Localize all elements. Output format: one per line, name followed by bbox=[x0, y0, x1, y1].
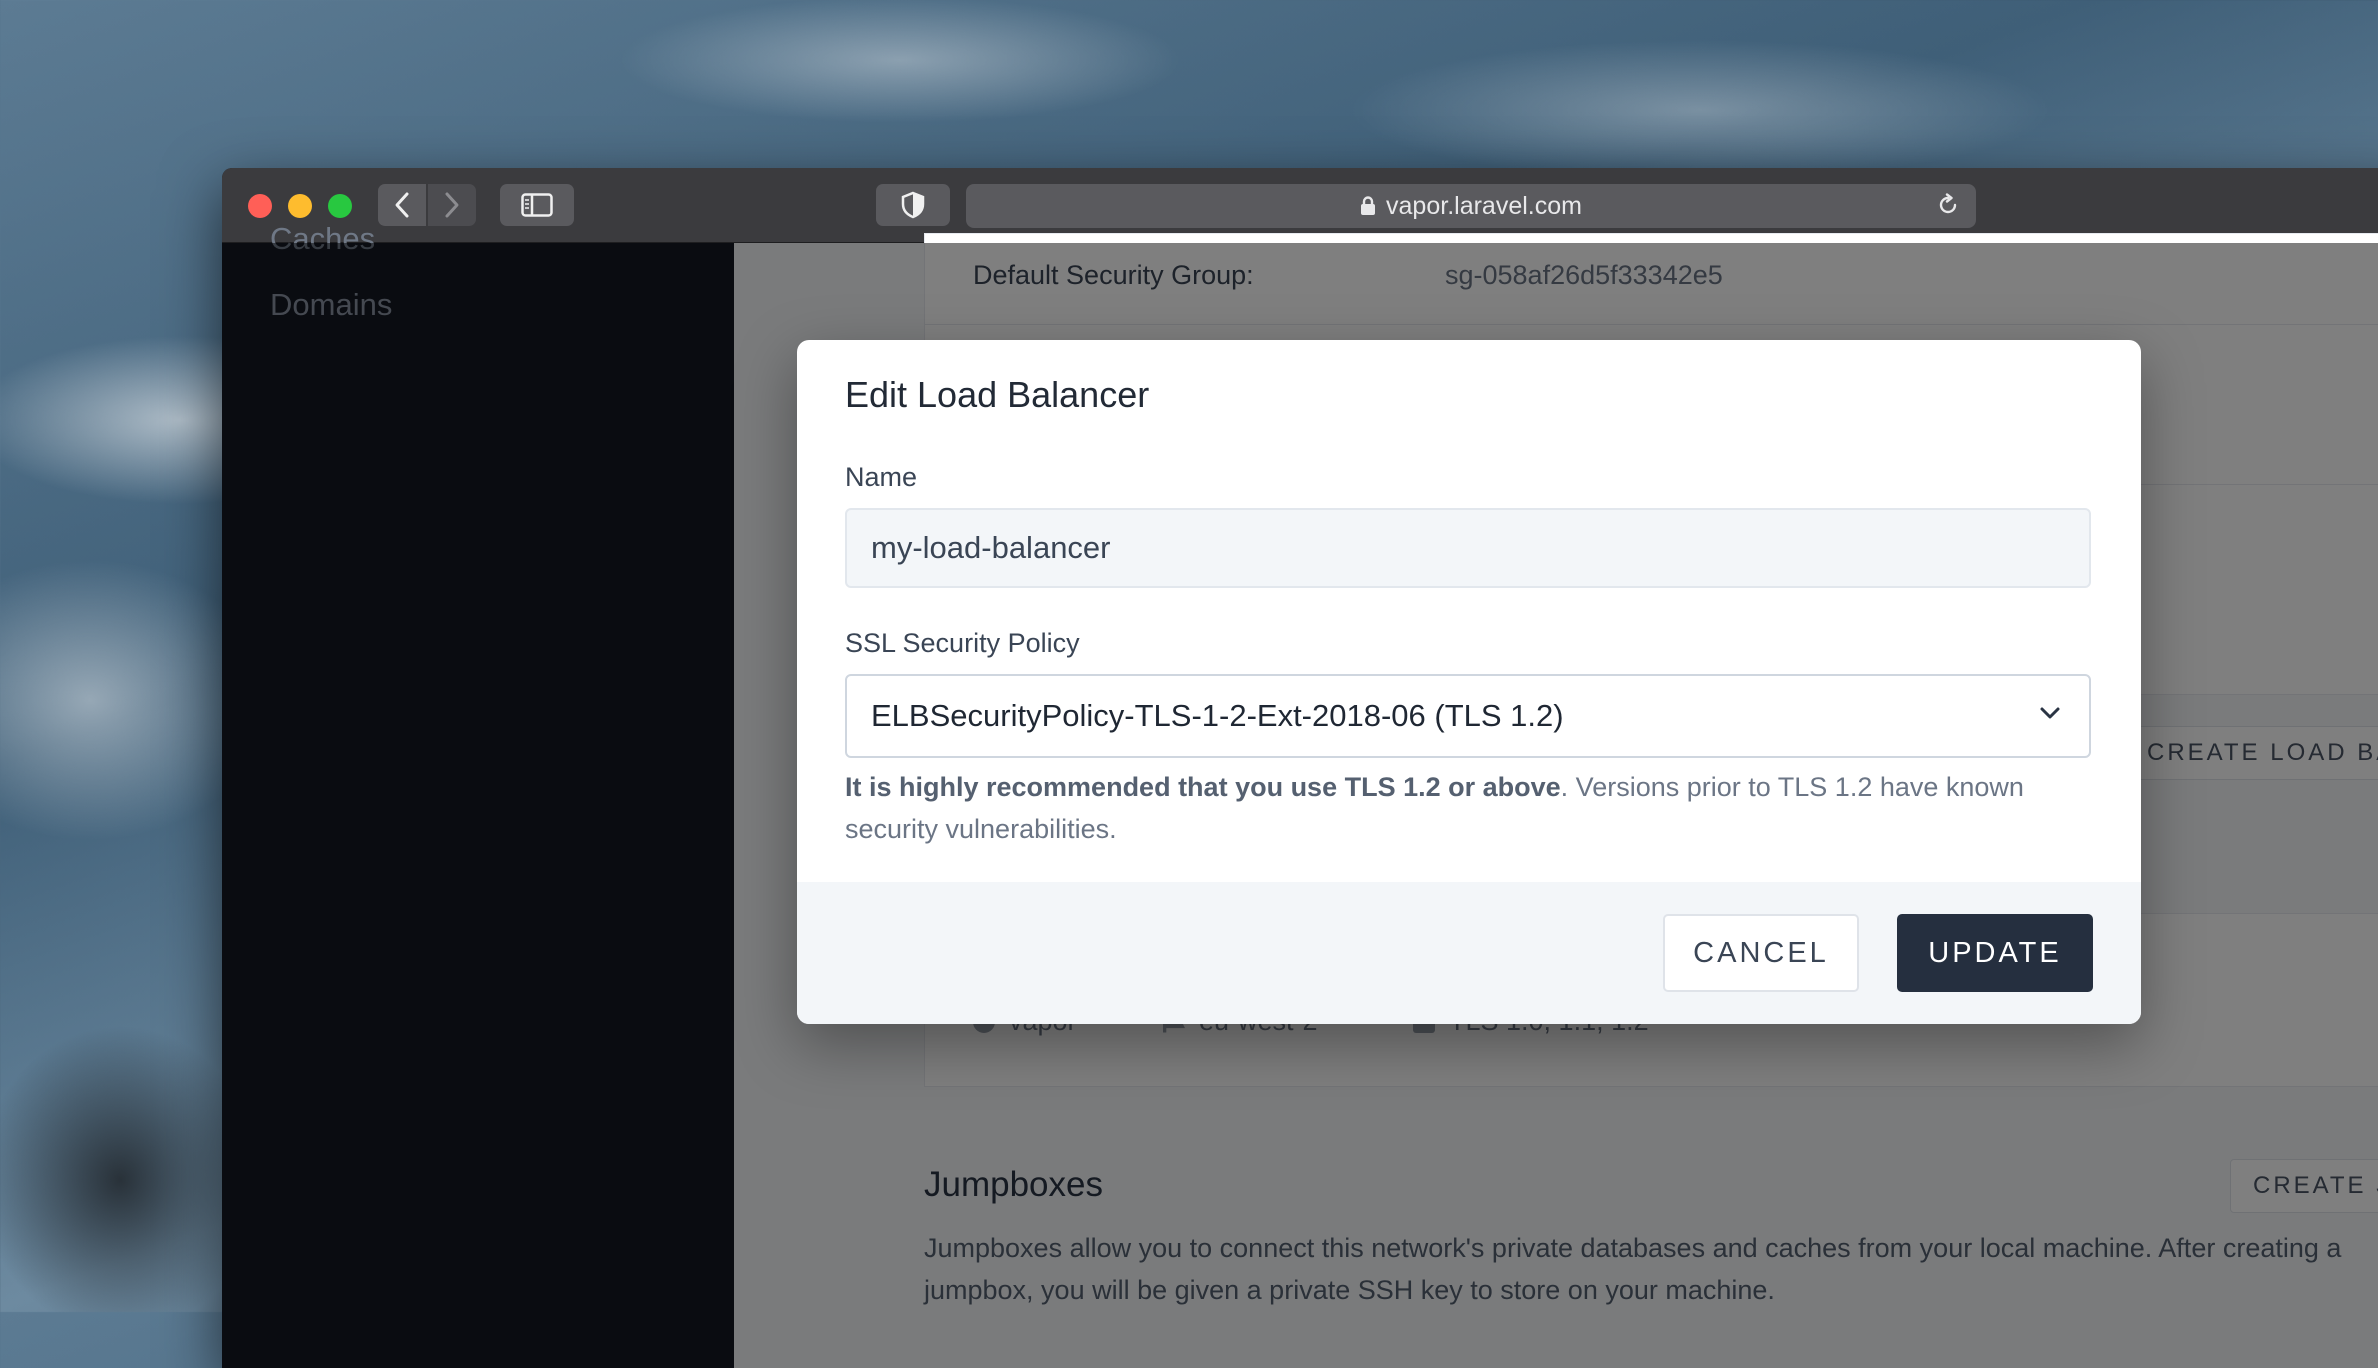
chevron-right-icon bbox=[445, 192, 459, 218]
address-bar[interactable]: vapor.laravel.com bbox=[966, 184, 1976, 228]
name-label: Name bbox=[845, 462, 918, 492]
name-input[interactable] bbox=[845, 508, 2091, 588]
sidebar-icon bbox=[521, 193, 553, 217]
browser-titlebar: vapor.laravel.com bbox=[222, 168, 2378, 243]
sidebar-toggle-button[interactable] bbox=[500, 184, 574, 226]
minimize-window-button[interactable] bbox=[288, 194, 312, 218]
modal-title: Edit Load Balancer bbox=[845, 374, 1150, 415]
ssl-help-strong: It is highly recommended that you use TL… bbox=[845, 772, 1561, 802]
url-text: vapor.laravel.com bbox=[1386, 191, 1582, 220]
cancel-button[interactable]: CANCEL bbox=[1663, 914, 1859, 992]
shield-icon bbox=[901, 191, 925, 219]
back-button[interactable] bbox=[378, 184, 426, 226]
ssl-help-text: It is highly recommended that you use TL… bbox=[845, 766, 2095, 850]
ssl-policy-selected-value: ELBSecurityPolicy-TLS-1-2-Ext-2018-06 (T… bbox=[871, 698, 1564, 733]
ssl-policy-select[interactable]: ELBSecurityPolicy-TLS-1-2-Ext-2018-06 (T… bbox=[845, 674, 2091, 758]
reload-icon[interactable] bbox=[1936, 193, 1960, 217]
chevron-down-icon bbox=[2039, 706, 2061, 720]
ssl-policy-label: SSL Security Policy bbox=[845, 628, 1080, 658]
privacy-report-button[interactable] bbox=[876, 184, 950, 226]
modal-footer: CANCEL UPDATE bbox=[797, 882, 2141, 1024]
edit-load-balancer-modal: Edit Load Balancer Name SSL Security Pol… bbox=[797, 340, 2141, 1024]
close-window-button[interactable] bbox=[248, 194, 272, 218]
chevron-left-icon bbox=[395, 192, 409, 218]
update-button[interactable]: UPDATE bbox=[1897, 914, 2093, 992]
zoom-window-button[interactable] bbox=[328, 194, 352, 218]
forward-button[interactable] bbox=[428, 184, 476, 226]
lock-icon bbox=[1360, 196, 1376, 216]
